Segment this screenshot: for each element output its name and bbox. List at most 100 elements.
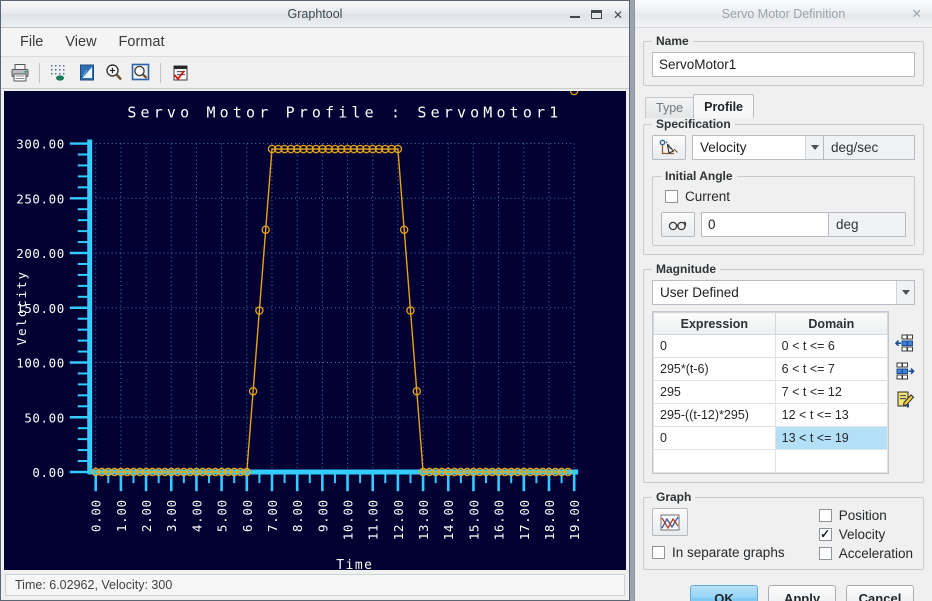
report-icon[interactable] xyxy=(168,61,193,85)
magnitude-chevron-down-icon[interactable] xyxy=(896,281,914,304)
app-root: Graphtool ✕ File View Format Servo Motor… xyxy=(0,0,932,601)
close-icon[interactable]: ✕ xyxy=(613,9,623,21)
plot-graph-icon[interactable] xyxy=(652,508,688,536)
svg-text:10.00: 10.00 xyxy=(341,499,356,540)
menu-format[interactable]: Format xyxy=(110,31,174,53)
svg-text:200.00: 200.00 xyxy=(16,246,65,261)
checkbox-velocity[interactable]: ✓ xyxy=(818,528,832,541)
svg-text:18.00: 18.00 xyxy=(542,499,557,540)
grid-points-icon[interactable] xyxy=(47,61,72,85)
graphtool-titlebar: Graphtool ✕ xyxy=(1,1,629,28)
insert-row-above-icon[interactable] xyxy=(895,333,915,352)
table-row[interactable]: 295-((t-12)*295) 12 < t <= 13 xyxy=(653,403,889,427)
svg-text:100.00: 100.00 xyxy=(16,355,65,370)
svg-text:2.00: 2.00 xyxy=(139,499,154,532)
chevron-down-icon[interactable] xyxy=(805,136,823,159)
svg-text:9.00: 9.00 xyxy=(315,499,330,532)
separate-graphs-row: In separate graphs xyxy=(652,545,785,560)
print-icon[interactable] xyxy=(7,61,32,85)
cell-expression[interactable]: 295-((t-12)*295) xyxy=(653,403,776,427)
svg-text:Time: Time xyxy=(336,558,373,570)
name-input[interactable] xyxy=(652,52,915,77)
dialog-close-icon[interactable]: ✕ xyxy=(912,6,922,21)
cell-expression[interactable]: 295 xyxy=(653,380,776,404)
checkbox-in-separate-graphs[interactable] xyxy=(652,546,665,559)
table-row[interactable]: 295*(t-6) 6 < t <= 7 xyxy=(653,357,889,381)
graph-legend: Graph xyxy=(656,490,692,504)
table-row-empty[interactable] xyxy=(653,449,889,473)
tab-type[interactable]: Type xyxy=(645,97,695,118)
apply-button[interactable]: Apply xyxy=(768,585,836,601)
cell-expression[interactable]: 0 xyxy=(653,426,776,450)
magnitude-group: Magnitude User Defined Expression Domain xyxy=(643,262,924,483)
table-side-icons xyxy=(895,311,915,408)
magnitude-legend: Magnitude xyxy=(656,262,716,276)
expression-table-box: Expression Domain 0 0 < t <= 6 295*(t-6)… xyxy=(652,311,889,474)
maximize-icon[interactable] xyxy=(590,10,602,19)
svg-text:6.00: 6.00 xyxy=(240,499,255,532)
svg-text:300.00: 300.00 xyxy=(16,137,65,152)
servo-profile-chart[interactable]: Servo Motor Profile : ServoMotor1 0.00 50.… xyxy=(4,91,626,570)
table-row[interactable]: 295 7 < t <= 12 xyxy=(653,380,889,404)
cell-domain[interactable]: 7 < t <= 12 xyxy=(774,380,889,404)
row-acceleration: Acceleration xyxy=(818,546,913,561)
dialog-tabs: Type Profile xyxy=(645,94,924,118)
svg-text:3.00: 3.00 xyxy=(164,499,179,532)
zoom-window-icon[interactable] xyxy=(128,61,153,85)
cell-domain[interactable]: 0 < t <= 6 xyxy=(774,334,889,358)
insert-row-below-icon[interactable] xyxy=(895,361,915,380)
tab-profile[interactable]: Profile xyxy=(693,94,755,118)
menu-view[interactable]: View xyxy=(56,31,105,53)
checkbox-position[interactable] xyxy=(818,509,832,522)
name-group: Name xyxy=(643,34,924,86)
glasses-icon[interactable] xyxy=(661,212,695,237)
graphtool-toolbar xyxy=(1,57,629,89)
graph-canvas-wrapper: Servo Motor Profile : ServoMotor1 0.00 50.… xyxy=(1,89,629,570)
svg-text:1.00: 1.00 xyxy=(114,499,129,532)
expression-table[interactable]: Expression Domain 0 0 < t <= 6 295*(t-6)… xyxy=(653,312,889,473)
graph-group: Graph In separate graphs Position ✓ Velo… xyxy=(643,490,924,570)
table-row[interactable]: 0 0 < t <= 6 xyxy=(653,334,889,358)
graphtool-window: Graphtool ✕ File View Format Servo Motor… xyxy=(0,0,630,601)
dialog-body: Name Type Profile Specification xyxy=(635,28,932,601)
checkbox-acceleration[interactable] xyxy=(818,547,832,560)
graph-output-checks: Position ✓ Velocity Acceleration xyxy=(818,508,915,561)
cell-expression[interactable]: 0 xyxy=(653,334,776,358)
svg-text:13.00: 13.00 xyxy=(416,499,431,540)
minimize-icon[interactable] xyxy=(569,15,580,18)
cell-domain[interactable] xyxy=(774,449,889,473)
properties-icon[interactable] xyxy=(74,61,99,85)
graphtool-statusbar: Time: 6.02962, Velocity: 300 xyxy=(1,570,629,600)
magnitude-table-area: Expression Domain 0 0 < t <= 6 295*(t-6)… xyxy=(652,311,915,474)
ok-button[interactable]: OK xyxy=(690,585,758,601)
row-position: Position xyxy=(818,508,913,523)
column-domain: Domain xyxy=(774,312,889,335)
table-row[interactable]: 0 13 < t <= 19 xyxy=(653,426,889,450)
graph-left: In separate graphs xyxy=(652,508,785,560)
zoom-in-icon[interactable] xyxy=(101,61,126,85)
cancel-button[interactable]: Cancel xyxy=(846,585,914,601)
checkbox-in-separate-graphs-label: In separate graphs xyxy=(672,545,785,560)
menu-file[interactable]: File xyxy=(11,31,52,53)
dialog-title: Servo Motor Definition xyxy=(721,6,846,21)
specification-unit: deg/sec xyxy=(824,135,915,160)
initial-angle-group: Initial Angle Current 0 deg xyxy=(652,169,915,246)
edit-row-icon[interactable] xyxy=(895,389,915,408)
svg-text:Velocity: Velocity xyxy=(14,270,29,345)
magnitude-mode-select[interactable]: User Defined xyxy=(652,280,915,305)
initial-angle-input[interactable] xyxy=(701,212,829,237)
cell-domain[interactable]: 6 < t <= 7 xyxy=(774,357,889,381)
cell-expression[interactable]: 295*(t-6) xyxy=(653,357,776,381)
cell-expression[interactable] xyxy=(653,449,776,473)
cell-domain-selected[interactable]: 13 < t <= 19 xyxy=(774,426,889,450)
name-group-legend: Name xyxy=(656,34,689,48)
svg-text:16.00: 16.00 xyxy=(492,499,507,540)
svg-text:17.00: 17.00 xyxy=(517,499,532,540)
dialog-button-row: OK Apply Cancel xyxy=(643,577,924,601)
checkbox-current[interactable] xyxy=(665,190,678,203)
cell-domain[interactable]: 12 < t <= 13 xyxy=(774,403,889,427)
pick-entity-icon[interactable] xyxy=(652,135,686,160)
window-controls: ✕ xyxy=(569,1,623,28)
specification-kind-select[interactable]: Velocity xyxy=(692,135,824,160)
svg-text:50.00: 50.00 xyxy=(24,410,64,425)
